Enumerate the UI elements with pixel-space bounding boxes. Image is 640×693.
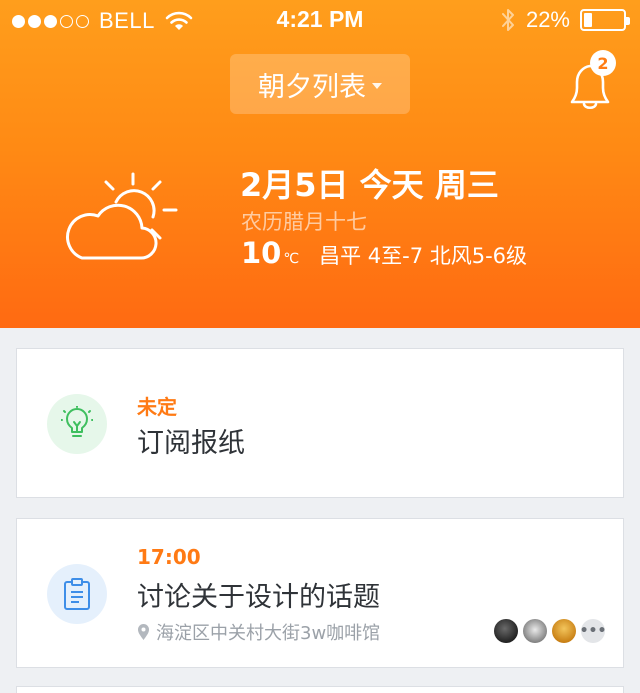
task-card[interactable]: 17:00 讨论关于设计的话题 海淀区中关村大街3w咖啡馆 ••• <box>16 518 624 668</box>
battery-percent: 22% <box>525 7 570 32</box>
task-tag: 未定 <box>137 395 177 419</box>
status-right: 22% <box>500 7 630 33</box>
lunar-date: 农历腊月十七 <box>241 210 367 234</box>
participants[interactable]: ••• <box>494 619 606 643</box>
task-icon-circle <box>47 564 107 624</box>
more-participants-icon: ••• <box>580 619 606 643</box>
status-bar: BELL 4:21 PM 22% <box>0 0 640 40</box>
header: BELL 4:21 PM 22% 朝夕列表 2 2月5日 今天 周三 农历腊月十… <box>0 0 640 328</box>
bluetooth-icon <box>501 9 514 31</box>
task-card-partial[interactable] <box>16 686 624 693</box>
avatar <box>523 619 547 643</box>
task-title: 订阅报纸 <box>137 428 245 459</box>
weather-summary: 10 ℃ 昌平 4至-7 北风5-6级 <box>241 236 527 270</box>
battery-icon <box>580 9 630 31</box>
notifications-button[interactable]: 2 <box>566 50 620 114</box>
task-location-text: 海淀区中关村大街3w咖啡馆 <box>156 623 381 644</box>
clipboard-icon <box>64 578 90 610</box>
notification-badge: 2 <box>590 50 616 76</box>
weather-detail: 昌平 4至-7 北风5-6级 <box>319 244 528 268</box>
list-title-dropdown[interactable]: 朝夕列表 <box>230 54 410 114</box>
chevron-down-icon <box>372 83 382 89</box>
task-card[interactable]: 未定 订阅报纸 <box>16 348 624 498</box>
task-location: 海淀区中关村大街3w咖啡馆 <box>137 619 380 645</box>
list-title: 朝夕列表 <box>258 71 366 103</box>
partly-cloudy-icon <box>66 172 178 260</box>
temperature-unit: ℃ <box>283 251 300 267</box>
task-icon-circle <box>47 394 107 454</box>
date-heading: 2月5日 今天 周三 <box>240 166 499 204</box>
temperature: 10 <box>241 236 282 270</box>
task-title: 讨论关于设计的话题 <box>137 582 380 613</box>
location-pin-icon <box>138 624 149 640</box>
battery-level <box>584 13 592 27</box>
task-time: 17:00 <box>137 545 201 569</box>
avatar <box>552 619 576 643</box>
lightbulb-icon <box>61 406 93 437</box>
avatar <box>494 619 518 643</box>
